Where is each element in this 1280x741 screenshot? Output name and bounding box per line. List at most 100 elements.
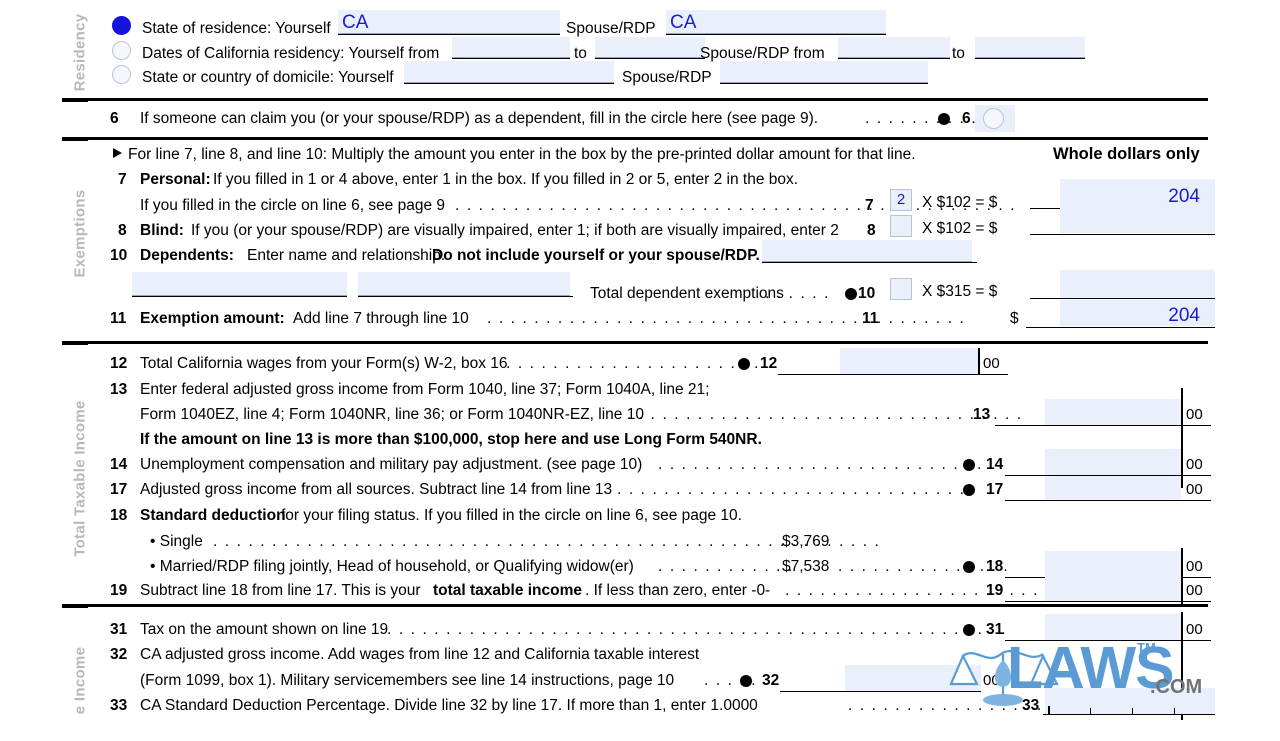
line10-bold-text2: Do not include yourself or your spouse/R… xyxy=(432,247,760,264)
residency-row2-spouse-from-field[interactable] xyxy=(838,37,950,58)
line13-amount-underline xyxy=(995,425,1181,426)
line19-amount-field[interactable] xyxy=(1045,577,1181,601)
separator-exemptions-bottom xyxy=(72,341,1208,344)
line10-number: 10 xyxy=(110,247,128,264)
line14-cents-underline xyxy=(1181,475,1211,476)
line11-text: Add line 7 through line 10 xyxy=(293,310,469,327)
line14-text: Unemployment compensation and military p… xyxy=(140,456,643,473)
line32-number: 32 xyxy=(110,646,128,663)
line6-fill-circle[interactable] xyxy=(983,108,1004,129)
line17-amount-underline xyxy=(1005,500,1181,501)
line17-amount-field[interactable] xyxy=(1045,476,1181,500)
residency-row2-to2-field[interactable] xyxy=(975,37,1085,58)
line19-ref: 19 xyxy=(986,582,1004,599)
line18-bullet2: • Married/RDP filing jointly, Head of ho… xyxy=(150,558,634,575)
separator-residency-bottom xyxy=(72,98,1208,101)
line8-number: 8 xyxy=(118,222,127,239)
line6-bullet-marker xyxy=(938,113,950,125)
residency-circle-domicile[interactable] xyxy=(112,65,131,84)
line7-text: If you filled in 1 or 4 above, enter 1 i… xyxy=(213,171,799,188)
residency-row2-from-field[interactable] xyxy=(452,37,570,58)
line19-cents-underline xyxy=(1181,601,1211,602)
residency-row3-spouse-field[interactable] xyxy=(720,61,928,83)
money-column-rule-1 xyxy=(1181,388,1183,488)
line17-dots: . . . . . . . . . . . . . . . . . . . . … xyxy=(617,481,966,498)
line8-ref: 8 xyxy=(867,222,876,239)
line7-exemption-count-box[interactable]: 2 xyxy=(890,189,912,211)
exemptions-instruction: For line 7, line 8, and line 10: Multipl… xyxy=(128,146,916,163)
line18-amount-field[interactable] xyxy=(1045,551,1181,577)
line10-dependent-field-3[interactable] xyxy=(358,272,570,296)
line18-bullet2-amount: $7,538 xyxy=(782,558,830,575)
line10-multiplier: X $315 = $ xyxy=(922,283,998,300)
line12-cents-divider xyxy=(978,348,980,374)
line10-dependent-field-1[interactable] xyxy=(762,240,972,262)
line8-multiplier: X $102 = $ xyxy=(922,220,998,237)
line8-amount-field[interactable] xyxy=(1060,205,1215,233)
line8-amount-underline xyxy=(1030,234,1215,235)
line18-bullet-marker xyxy=(963,561,975,573)
residency-row1-spouse-field[interactable] xyxy=(666,10,886,34)
money-column-rule-2 xyxy=(1181,548,1183,604)
tax-form-page: Residency Exemptions Total Taxable Incom… xyxy=(0,0,1280,720)
residency-row3-yourself-underline xyxy=(404,83,614,84)
line12-text: Total California wages from your Form(s)… xyxy=(140,355,508,372)
line17-ref: 17 xyxy=(986,481,1004,498)
line10-amount-underline xyxy=(1030,298,1215,299)
line14-amount-field[interactable] xyxy=(1045,449,1181,475)
line13-amount-field[interactable] xyxy=(1045,399,1181,425)
line33-text: CA Standard Deduction Percentage. Divide… xyxy=(140,697,758,714)
line8-exemption-count-box[interactable] xyxy=(890,215,912,237)
line12-dots: . . . . . . . . . . . . . . . . . . . . … xyxy=(506,355,760,372)
line18-ref: 18 xyxy=(986,558,1004,575)
line19-amount-underline xyxy=(1005,601,1181,602)
line19-bold-text: total taxable income xyxy=(433,582,583,599)
residency-row2-label: Dates of California residency: Yourself … xyxy=(142,45,440,62)
line18-bullet1-amount: $3,769 xyxy=(782,533,830,550)
section-label-tax-income: e Income xyxy=(71,646,89,715)
line18-number: 18 xyxy=(110,507,128,524)
line10-dependent-field-2-underline xyxy=(132,296,347,297)
line12-amount-field[interactable] xyxy=(840,348,978,374)
line18-bullet1: • Single xyxy=(150,533,203,550)
line10-dependent-field-3-underline xyxy=(358,296,573,297)
residency-row3-yourself-field[interactable] xyxy=(404,61,614,83)
line7-bold-label: Personal: xyxy=(140,171,211,188)
line12-ref: 12 xyxy=(760,355,778,372)
line32-text2: (Form 1099, box 1). Military servicememb… xyxy=(140,672,675,689)
line10-amount-field[interactable] xyxy=(1060,270,1215,298)
line10-exemption-count-box[interactable] xyxy=(890,278,912,300)
residency-row2-to2-underline xyxy=(975,58,1085,59)
residency-circle-dates[interactable] xyxy=(112,41,131,60)
line11-dots: . . . . . . . . . . . . . . . . . . . . … xyxy=(487,310,966,327)
line10-dependent-field-2[interactable] xyxy=(132,272,347,296)
residency-row1-yourself-value: CA xyxy=(342,12,369,33)
line31-text: Tax on the amount shown on line 19 xyxy=(140,621,389,638)
line17-number: 17 xyxy=(110,481,128,498)
laws-domain-suffix: .COM xyxy=(1150,676,1203,698)
line33-number: 33 xyxy=(110,697,128,714)
residency-row1-yourself-underline xyxy=(338,34,560,35)
residency-row1-spouse-value: CA xyxy=(670,12,697,33)
line17-bullet-marker xyxy=(963,484,975,496)
residency-row2-from-underline xyxy=(452,58,570,59)
line11-amount-value: 204 xyxy=(1168,305,1200,326)
line14-number: 14 xyxy=(110,456,128,473)
residency-row3-spouse-label: Spouse/RDP xyxy=(622,69,712,86)
residency-row1-yourself-field[interactable] xyxy=(338,10,560,34)
residency-row3-spouse-underline xyxy=(720,83,928,84)
line13-text2: Form 1040EZ, line 4; Form 1040NR, line 3… xyxy=(140,406,644,423)
line19-text: Subtract line 18 from line 17. This is y… xyxy=(140,582,421,599)
line18-text: for your filing status. If you filled in… xyxy=(281,507,742,524)
line14-bullet-marker xyxy=(963,459,975,471)
line17-cents-underline xyxy=(1181,500,1211,501)
residency-row1-spouse-label: Spouse/RDP xyxy=(566,20,656,37)
section-label-total-taxable-income: Total Taxable Income xyxy=(71,400,89,557)
residency-circle-state-of-residence[interactable] xyxy=(112,16,131,35)
line6-ref: 6 xyxy=(962,110,971,127)
residency-row2-to1-field[interactable] xyxy=(595,37,705,58)
line10-bold-label: Dependents: xyxy=(140,247,234,264)
line13-cents: 00 xyxy=(1186,406,1203,423)
line10-dots: . . . . . . xyxy=(765,285,830,302)
line18-bullet2-dots: . . . . . . . . . . . . xyxy=(658,558,794,575)
